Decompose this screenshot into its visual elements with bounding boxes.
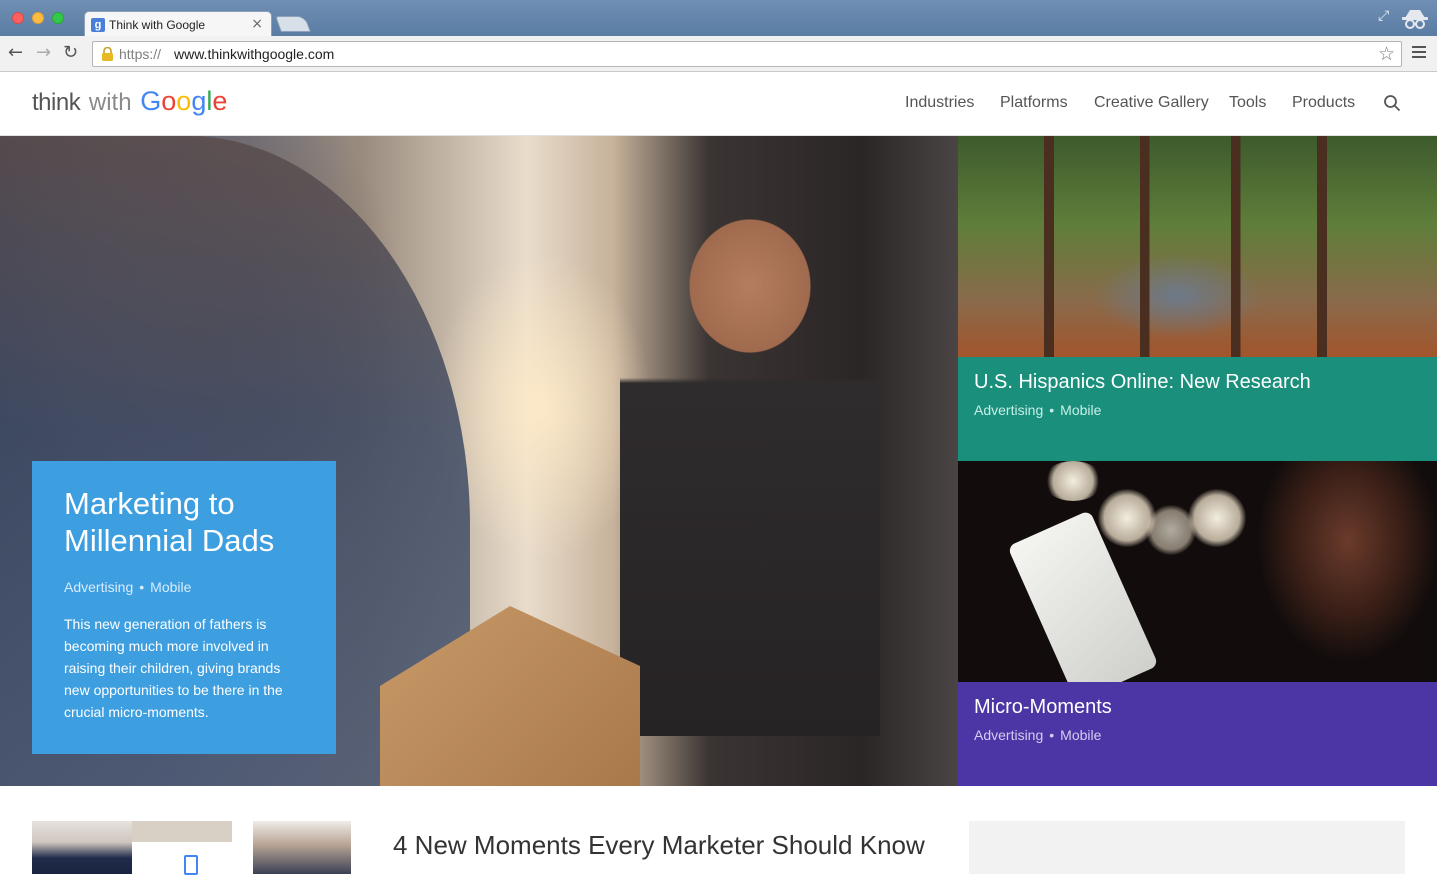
article-title[interactable]: 4 New Moments Every Marketer Should Know — [393, 830, 925, 861]
nav-tools[interactable]: Tools — [1229, 94, 1266, 112]
tag-advertising[interactable]: Advertising — [64, 579, 133, 595]
browser-toolbar: ← → ↻ https:// www.thinkwithgoogle.com ☆ — [0, 36, 1437, 72]
tag-advertising[interactable]: Advertising — [974, 727, 1043, 743]
tag-separator: • — [1049, 727, 1055, 743]
article-thumbnail[interactable] — [32, 821, 132, 874]
tile-tags: Advertising • Mobile — [974, 402, 1421, 418]
minimize-window-button[interactable] — [32, 12, 44, 24]
tag-mobile[interactable]: Mobile — [1060, 727, 1101, 743]
tile-us-hispanics[interactable]: U.S. Hispanics Online: New Research Adve… — [958, 136, 1437, 461]
browser-tab[interactable]: g Think with Google × — [84, 11, 272, 37]
phone-icon — [184, 855, 198, 875]
lock-icon — [102, 47, 113, 61]
star-icon[interactable]: ☆ — [1378, 43, 1395, 65]
hero-title[interactable]: Marketing to Millennial Dads — [64, 485, 304, 559]
tile-photo-phone-user — [958, 461, 1437, 702]
tile-body: U.S. Hispanics Online: New Research Adve… — [958, 357, 1437, 461]
tile-body: Micro-Moments Advertising • Mobile — [958, 682, 1437, 786]
fullscreen-icon[interactable]: ⤢ — [1378, 8, 1389, 24]
back-arrow-icon[interactable]: ← — [8, 42, 23, 63]
tile-tags: Advertising • Mobile — [974, 727, 1421, 743]
article-thumbnail[interactable] — [253, 821, 351, 874]
hero-card[interactable]: Marketing to Millennial Dads Advertising… — [32, 461, 336, 754]
nav-industries[interactable]: Industries — [905, 94, 974, 112]
hero-photo-child — [620, 176, 880, 736]
nav-platforms[interactable]: Platforms — [1000, 94, 1068, 112]
article-section: 4 New Moments Every Marketer Should Know — [0, 786, 1437, 875]
hero-description: This new generation of fathers is becomi… — [64, 616, 283, 720]
nav-products[interactable]: Products — [1292, 94, 1355, 112]
incognito-icon — [1402, 10, 1428, 29]
url-host: www.thinkwithgoogle.com — [174, 46, 335, 62]
zoom-window-button[interactable] — [52, 12, 64, 24]
tag-separator: • — [1049, 402, 1055, 418]
close-window-button[interactable] — [12, 12, 24, 24]
hero-tags: Advertising • Mobile — [64, 579, 304, 595]
tag-mobile[interactable]: Mobile — [1060, 402, 1101, 418]
forward-arrow-icon[interactable]: → — [36, 42, 51, 63]
address-bar[interactable]: https:// www.thinkwithgoogle.com ☆ — [92, 41, 1402, 67]
reload-icon[interactable]: ↻ — [63, 42, 78, 63]
think-with-google-logo[interactable]: think with Google — [32, 86, 227, 117]
close-tab-icon[interactable]: × — [251, 16, 263, 32]
nav-creative-gallery[interactable]: Creative Gallery — [1094, 94, 1209, 112]
tag-advertising[interactable]: Advertising — [974, 402, 1043, 418]
google-favicon-icon: g — [91, 18, 105, 32]
search-icon[interactable] — [1383, 94, 1401, 112]
browser-titlebar: g Think with Google × ⤢ — [0, 0, 1437, 37]
ad-placeholder — [969, 821, 1405, 874]
article-thumbnail[interactable] — [132, 821, 232, 875]
url-scheme: https:// — [119, 46, 162, 62]
site-header: think with Google Industries Platforms C… — [0, 72, 1437, 136]
tile-photo-courtyard — [958, 136, 1437, 357]
menu-icon[interactable] — [1412, 46, 1426, 60]
tag-separator: • — [139, 579, 145, 595]
new-tab-button[interactable] — [275, 16, 311, 32]
tile-title[interactable]: Micro-Moments — [974, 696, 1421, 719]
tag-mobile[interactable]: Mobile — [150, 579, 191, 595]
tab-title: Think with Google — [109, 18, 206, 32]
tile-title[interactable]: U.S. Hispanics Online: New Research — [974, 371, 1421, 394]
tile-micro-moments[interactable]: Micro-Moments Advertising • Mobile — [958, 461, 1437, 786]
